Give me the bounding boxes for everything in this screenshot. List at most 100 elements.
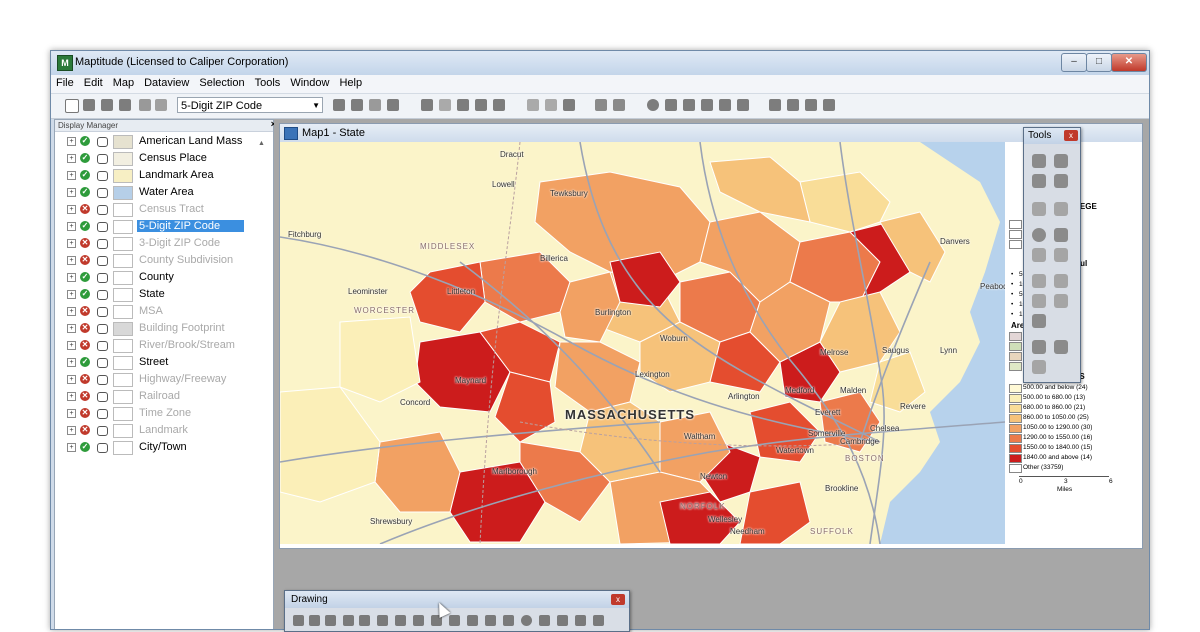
hidden-x-icon[interactable]: ✕ bbox=[80, 408, 90, 418]
expand-icon[interactable]: + bbox=[67, 205, 76, 214]
hidden-x-icon[interactable]: ✕ bbox=[80, 391, 90, 401]
close-icon[interactable]: x bbox=[611, 594, 625, 605]
edit-tool-icon[interactable] bbox=[1054, 274, 1068, 288]
layer-row[interactable]: + ✕ 3-Digit ZIP Code bbox=[63, 235, 263, 252]
layer-style-swatch[interactable] bbox=[113, 152, 133, 166]
map-icon[interactable] bbox=[665, 99, 677, 111]
expand-icon[interactable]: + bbox=[67, 290, 76, 299]
pushpin-icon[interactable] bbox=[719, 99, 731, 111]
menu-selection[interactable]: Selection bbox=[194, 75, 249, 89]
visible-check-icon[interactable]: ✓ bbox=[80, 187, 90, 197]
visible-check-icon[interactable]: ✓ bbox=[80, 442, 90, 452]
layout-icon[interactable] bbox=[527, 99, 539, 111]
layer-style-swatch[interactable] bbox=[113, 169, 133, 183]
chart-tool-icon[interactable] bbox=[1032, 340, 1046, 354]
expand-icon[interactable]: + bbox=[67, 137, 76, 146]
layer-row[interactable]: + ✕ Highway/Freeway bbox=[63, 371, 263, 388]
pointer-draw-icon[interactable] bbox=[293, 615, 304, 626]
layer-row[interactable]: + ✓ Census Place bbox=[63, 150, 263, 167]
hidden-x-icon[interactable]: ✕ bbox=[80, 323, 90, 333]
arrow-select-icon[interactable] bbox=[1032, 274, 1046, 288]
chart-icon[interactable] bbox=[421, 99, 433, 111]
layer-row[interactable]: + ✕ County Subdivision bbox=[63, 252, 263, 269]
label-draw-icon[interactable] bbox=[413, 615, 424, 626]
hidden-x-icon[interactable]: ✕ bbox=[80, 255, 90, 265]
label-toggle-icon[interactable] bbox=[97, 324, 108, 334]
layer-row[interactable]: + ✓ County bbox=[63, 269, 263, 286]
label-toggle-icon[interactable] bbox=[97, 154, 108, 164]
circle-select-icon[interactable] bbox=[1032, 228, 1046, 242]
layer-style-swatch[interactable] bbox=[113, 135, 133, 149]
pen-draw-icon[interactable] bbox=[503, 615, 514, 626]
layer-style-swatch[interactable] bbox=[113, 322, 133, 336]
expand-icon[interactable]: + bbox=[67, 256, 76, 265]
label-toggle-icon[interactable] bbox=[97, 256, 108, 266]
info-tool-icon[interactable] bbox=[1032, 248, 1046, 262]
ruler-icon[interactable] bbox=[1032, 202, 1046, 216]
expand-icon[interactable]: + bbox=[67, 392, 76, 401]
pin-draw-icon[interactable] bbox=[395, 615, 406, 626]
wizard-icon[interactable] bbox=[769, 99, 781, 111]
expand-icon[interactable]: + bbox=[67, 358, 76, 367]
pointer-icon[interactable] bbox=[475, 99, 487, 111]
feature-select-icon[interactable] bbox=[1054, 174, 1068, 188]
map-layout-icon[interactable] bbox=[1054, 340, 1068, 354]
hidden-x-icon[interactable]: ✕ bbox=[80, 340, 90, 350]
title-bar[interactable]: M Maptitude (Licensed to Caliper Corpora… bbox=[51, 51, 1149, 75]
text-draw-icon[interactable] bbox=[377, 615, 388, 626]
layer-row[interactable]: + ✕ Landmark bbox=[63, 422, 263, 439]
layer-row[interactable]: + ✓ Water Area bbox=[63, 184, 263, 201]
grid-icon[interactable] bbox=[439, 99, 451, 111]
menu-dataview[interactable]: Dataview bbox=[139, 75, 194, 89]
minimize-button[interactable]: – bbox=[1061, 53, 1087, 72]
label-toggle-icon[interactable] bbox=[97, 188, 108, 198]
polyline-draw-icon[interactable] bbox=[325, 615, 336, 626]
close-button[interactable]: ✕ bbox=[1111, 53, 1147, 72]
expand-icon[interactable]: + bbox=[67, 375, 76, 384]
menu-help[interactable]: Help bbox=[334, 75, 367, 89]
menu-edit[interactable]: Edit bbox=[79, 75, 108, 89]
label-toggle-icon[interactable] bbox=[97, 392, 108, 402]
square-draw-icon[interactable] bbox=[359, 615, 370, 626]
expand-icon[interactable]: + bbox=[67, 409, 76, 418]
label-toggle-icon[interactable] bbox=[97, 307, 108, 317]
layer-row[interactable]: + ✕ River/Brook/Stream bbox=[63, 337, 263, 354]
print-icon[interactable] bbox=[119, 99, 131, 111]
menu-file[interactable]: File bbox=[51, 75, 79, 89]
select-icon[interactable] bbox=[457, 99, 469, 111]
pan-icon[interactable] bbox=[493, 99, 505, 111]
layer-settings-icon[interactable] bbox=[155, 99, 167, 111]
layer-row[interactable]: + ✕ Time Zone bbox=[63, 405, 263, 422]
label-toggle-icon[interactable] bbox=[97, 171, 108, 181]
symbol-draw-icon[interactable] bbox=[557, 615, 568, 626]
expand-icon[interactable]: + bbox=[67, 222, 76, 231]
export-icon[interactable] bbox=[563, 99, 575, 111]
save-icon[interactable] bbox=[101, 99, 113, 111]
label-tool-icon[interactable] bbox=[1054, 248, 1068, 262]
layer-tool-icon[interactable] bbox=[139, 99, 151, 111]
expand-icon[interactable]: + bbox=[67, 426, 76, 435]
zoom-in-icon[interactable] bbox=[1032, 154, 1046, 168]
visible-check-icon[interactable]: ✓ bbox=[80, 221, 90, 231]
layer-row[interactable]: + ✓ Street bbox=[63, 354, 263, 371]
report-icon[interactable] bbox=[545, 99, 557, 111]
layer-style-swatch[interactable] bbox=[113, 271, 133, 285]
layer-row[interactable]: + ✓ City/Town bbox=[63, 439, 263, 456]
hidden-x-icon[interactable]: ✕ bbox=[80, 425, 90, 435]
curve-draw-icon[interactable] bbox=[449, 615, 460, 626]
open-folder-icon[interactable] bbox=[83, 99, 95, 111]
layer-style-swatch[interactable] bbox=[113, 339, 133, 353]
layer-row[interactable]: + ✓ 5-Digit ZIP Code bbox=[63, 218, 263, 235]
layer-row[interactable]: + ✓ State bbox=[63, 286, 263, 303]
layer-style-swatch[interactable] bbox=[113, 305, 133, 319]
label-toggle-icon[interactable] bbox=[97, 273, 108, 283]
label-toggle-icon[interactable] bbox=[97, 409, 108, 419]
undo-icon[interactable] bbox=[595, 99, 607, 111]
zoom-out-icon[interactable] bbox=[1054, 154, 1068, 168]
layer-style-swatch[interactable] bbox=[113, 203, 133, 217]
table-icon[interactable] bbox=[333, 99, 345, 111]
circle-draw-icon[interactable] bbox=[521, 615, 532, 626]
layer-style-swatch[interactable] bbox=[113, 407, 133, 421]
layer-style-swatch[interactable] bbox=[113, 390, 133, 404]
label-toggle-icon[interactable] bbox=[97, 375, 108, 385]
